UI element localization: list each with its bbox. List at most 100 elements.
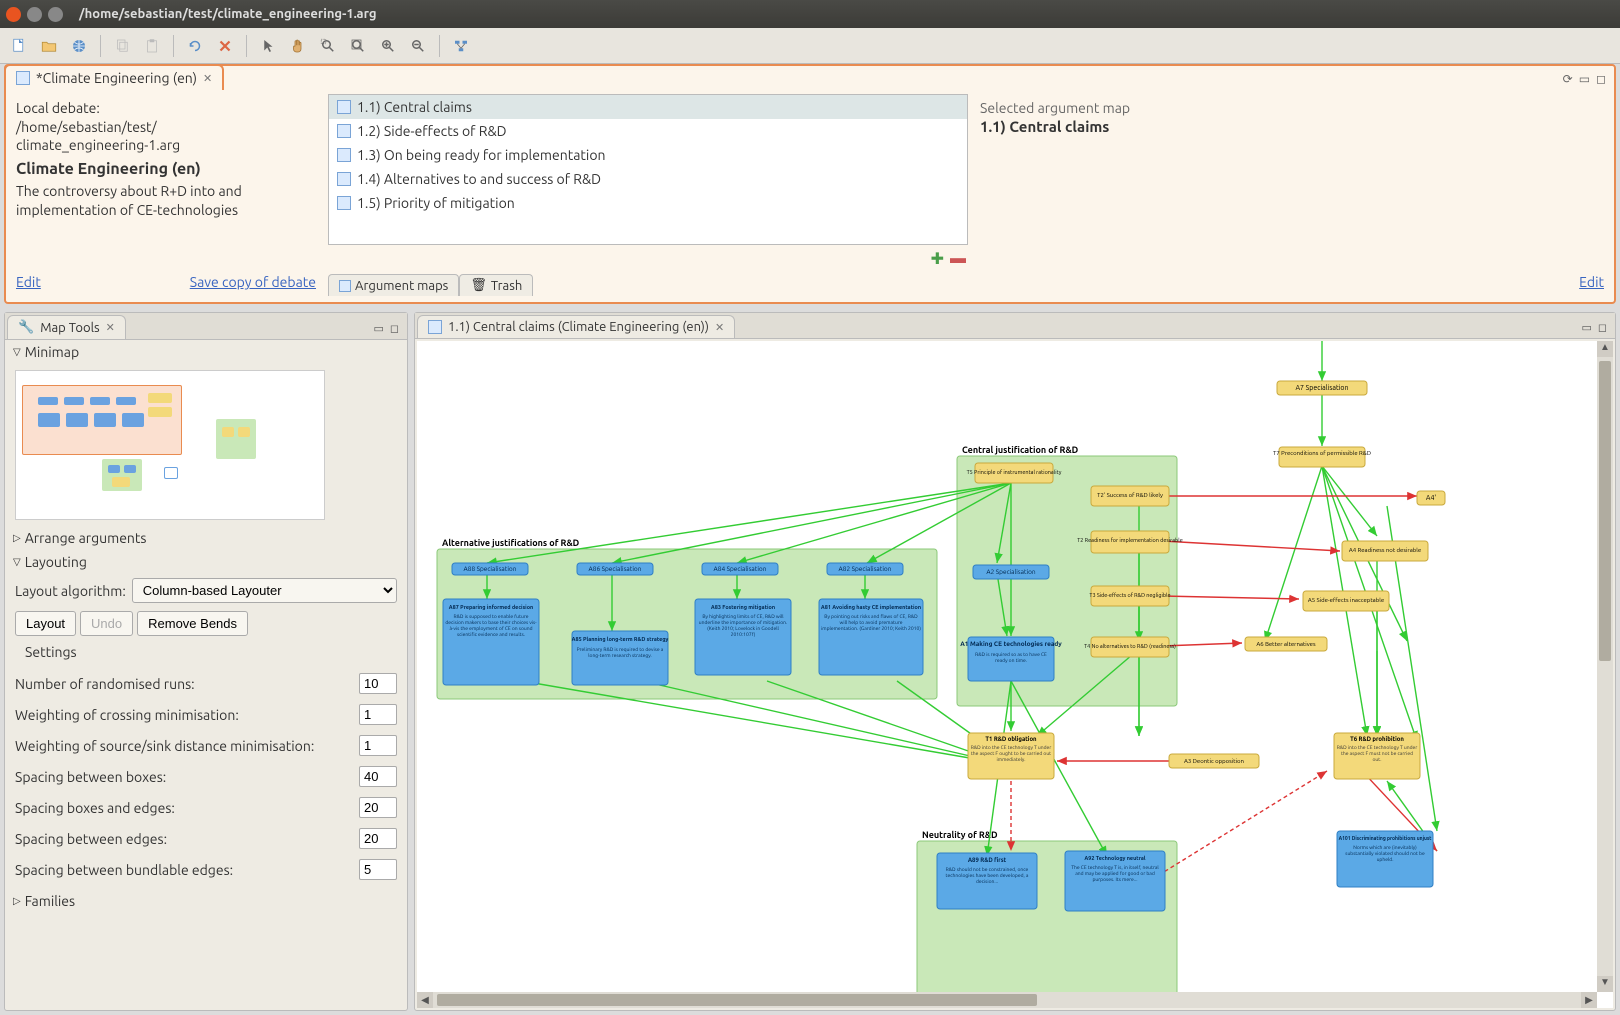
svg-text:A1 Making CE technologies read: A1 Making CE technologies ready <box>960 640 1062 648</box>
setting-label: Spacing between boxes: <box>15 769 166 785</box>
maps-area: 1.1) Central claims 1.2) Side-effects of… <box>328 94 968 296</box>
map-item-4[interactable]: 1.4) Alternatives to and success of R&D <box>329 167 967 191</box>
debate-desc: The controversy about R+D into and imple… <box>16 182 316 220</box>
zoom-out-icon[interactable] <box>405 33 431 59</box>
map-item-5[interactable]: 1.5) Priority of mitigation <box>329 191 967 215</box>
trash-tab[interactable]: 🗑 Trash <box>459 274 533 296</box>
layouting-section[interactable]: ▽Layouting <box>5 550 407 574</box>
map-item-3[interactable]: 1.3) On being ready for implementation <box>329 143 967 167</box>
map-view-tab[interactable]: 1.1) Central claims (Climate Engineering… <box>417 315 735 338</box>
svg-text:A83 Fostering mitigation: A83 Fostering mitigation <box>711 605 775 611</box>
selected-map-area: Selected argument map 1.1) Central claim… <box>976 94 1608 296</box>
setting-input[interactable] <box>359 828 397 849</box>
close-maptools-icon[interactable]: ✕ <box>106 321 115 334</box>
setting-input[interactable] <box>359 797 397 818</box>
layout-button[interactable]: Layout <box>15 611 76 636</box>
add-map-icon[interactable]: ✚ <box>931 249 944 268</box>
map-canvas[interactable]: Alternative justifications of R&D Centra… <box>417 341 1613 1008</box>
debate-title: Climate Engineering (en) <box>16 160 316 178</box>
map-icon <box>337 100 351 114</box>
cancel-icon[interactable] <box>212 33 238 59</box>
zoom-in-icon[interactable] <box>375 33 401 59</box>
window-close-button[interactable] <box>6 7 21 22</box>
globe-icon[interactable] <box>66 33 92 59</box>
maximize-map-icon[interactable]: ◻ <box>1598 321 1607 334</box>
new-file-icon[interactable] <box>6 33 32 59</box>
refresh-icon[interactable] <box>182 33 208 59</box>
map-icon <box>337 148 351 162</box>
minimap[interactable] <box>15 370 325 520</box>
save-debate-link[interactable]: Save copy of debate <box>190 274 316 290</box>
trash-icon: 🗑 <box>470 278 487 293</box>
settings-body: Number of randomised runs: Weighting of … <box>5 664 407 889</box>
edit-map-link[interactable]: Edit <box>1579 274 1604 290</box>
trash-tab-label: Trash <box>491 279 522 293</box>
setting-label: Number of randomised runs: <box>15 676 195 692</box>
debate-tab-icon <box>16 71 30 85</box>
setting-label: Spacing between bundlable edges: <box>15 862 233 878</box>
vertical-scrollbar[interactable]: ▲▼ <box>1597 341 1613 992</box>
map-tools-tab[interactable]: 🔧 Map Tools ✕ <box>7 315 126 339</box>
svg-text:A87 Preparing informed decisio: A87 Preparing informed decision <box>449 604 533 611</box>
edit-debate-link[interactable]: Edit <box>16 274 41 290</box>
zoom-fit-icon[interactable] <box>345 33 371 59</box>
families-label: Families <box>25 893 75 909</box>
layout-run-icon[interactable] <box>448 33 474 59</box>
remove-map-icon[interactable]: ▬ <box>950 249 966 268</box>
setting-row: Weighting of source/sink distance minimi… <box>15 730 397 761</box>
horizontal-scrollbar[interactable]: ◀▶ <box>417 992 1597 1008</box>
argmaps-tab[interactable]: Argument maps <box>328 274 459 296</box>
minimize-left-icon[interactable]: ▭ <box>373 322 383 335</box>
debate-tab[interactable]: *Climate Engineering (en) ✕ <box>4 64 224 90</box>
setting-input[interactable] <box>359 766 397 787</box>
setting-label: Spacing between edges: <box>15 831 167 847</box>
hand-icon[interactable] <box>285 33 311 59</box>
map-tools-icon: 🔧 <box>18 320 34 335</box>
setting-row: Spacing boxes and edges: <box>15 792 397 823</box>
families-section[interactable]: ▷Families <box>5 889 407 913</box>
setting-input[interactable] <box>359 704 397 725</box>
paste-icon[interactable] <box>139 33 165 59</box>
setting-input[interactable] <box>359 735 397 756</box>
window-minimize-button[interactable] <box>27 7 42 22</box>
svg-text:Alternative justifications of: Alternative justifications of R&D <box>442 538 580 548</box>
svg-text:A92 Technology neutral: A92 Technology neutral <box>1084 855 1145 862</box>
svg-text:A86 Specialisation: A86 Specialisation <box>589 565 642 573</box>
svg-text:A6 Better alternatives: A6 Better alternatives <box>1256 641 1316 648</box>
undo-button[interactable]: Undo <box>80 611 133 636</box>
map-item-label: 1.4) Alternatives to and success of R&D <box>357 171 601 187</box>
minimize-panel-icon[interactable]: ▭ <box>1579 72 1590 86</box>
map-icon <box>337 196 351 210</box>
copy-icon[interactable] <box>109 33 135 59</box>
maps-list[interactable]: 1.1) Central claims 1.2) Side-effects of… <box>328 94 968 245</box>
argument-map-svg: Alternative justifications of R&D Centra… <box>417 341 1597 1001</box>
svg-text:T7 Preconditions of permissibl: T7 Preconditions of permissible R&D <box>1273 450 1371 457</box>
arrange-section[interactable]: ▷Arrange arguments <box>5 526 407 550</box>
map-item-2[interactable]: 1.2) Side-effects of R&D <box>329 119 967 143</box>
minimap-section[interactable]: ▽Minimap <box>5 340 407 364</box>
map-item-1[interactable]: 1.1) Central claims <box>329 95 967 119</box>
map-item-label: 1.3) On being ready for implementation <box>357 147 606 163</box>
svg-text:A84 Specialisation: A84 Specialisation <box>714 565 767 573</box>
maximize-left-icon[interactable]: ◻ <box>390 322 399 335</box>
zoom-area-icon[interactable] <box>315 33 341 59</box>
algo-select[interactable]: Column-based Layouter <box>132 578 397 603</box>
window-maximize-button[interactable] <box>48 7 63 22</box>
close-tab-icon[interactable]: ✕ <box>203 72 212 85</box>
svg-text:A4': A4' <box>1426 494 1436 502</box>
svg-text:T2 Readiness for implementatio: T2 Readiness for implementation desirabl… <box>1077 537 1183 544</box>
remove-bends-button[interactable]: Remove Bends <box>137 611 248 636</box>
minimap-label: Minimap <box>25 344 79 360</box>
refresh-panel-icon[interactable]: ⟳ <box>1563 72 1573 86</box>
layouting-label: Layouting <box>25 554 87 570</box>
maximize-panel-icon[interactable]: ◻ <box>1596 72 1606 86</box>
open-folder-icon[interactable] <box>36 33 62 59</box>
pointer-icon[interactable] <box>255 33 281 59</box>
debate-panel: *Climate Engineering (en) ✕ ⟳ ▭ ◻ Local … <box>4 64 1616 304</box>
minimize-map-icon[interactable]: ▭ <box>1581 321 1591 334</box>
close-mapview-icon[interactable]: ✕ <box>715 321 724 334</box>
settings-section[interactable]: Settings <box>5 640 407 664</box>
local-debate-label: Local debate: <box>16 100 316 116</box>
setting-input[interactable] <box>359 859 397 880</box>
setting-input[interactable] <box>359 673 397 694</box>
